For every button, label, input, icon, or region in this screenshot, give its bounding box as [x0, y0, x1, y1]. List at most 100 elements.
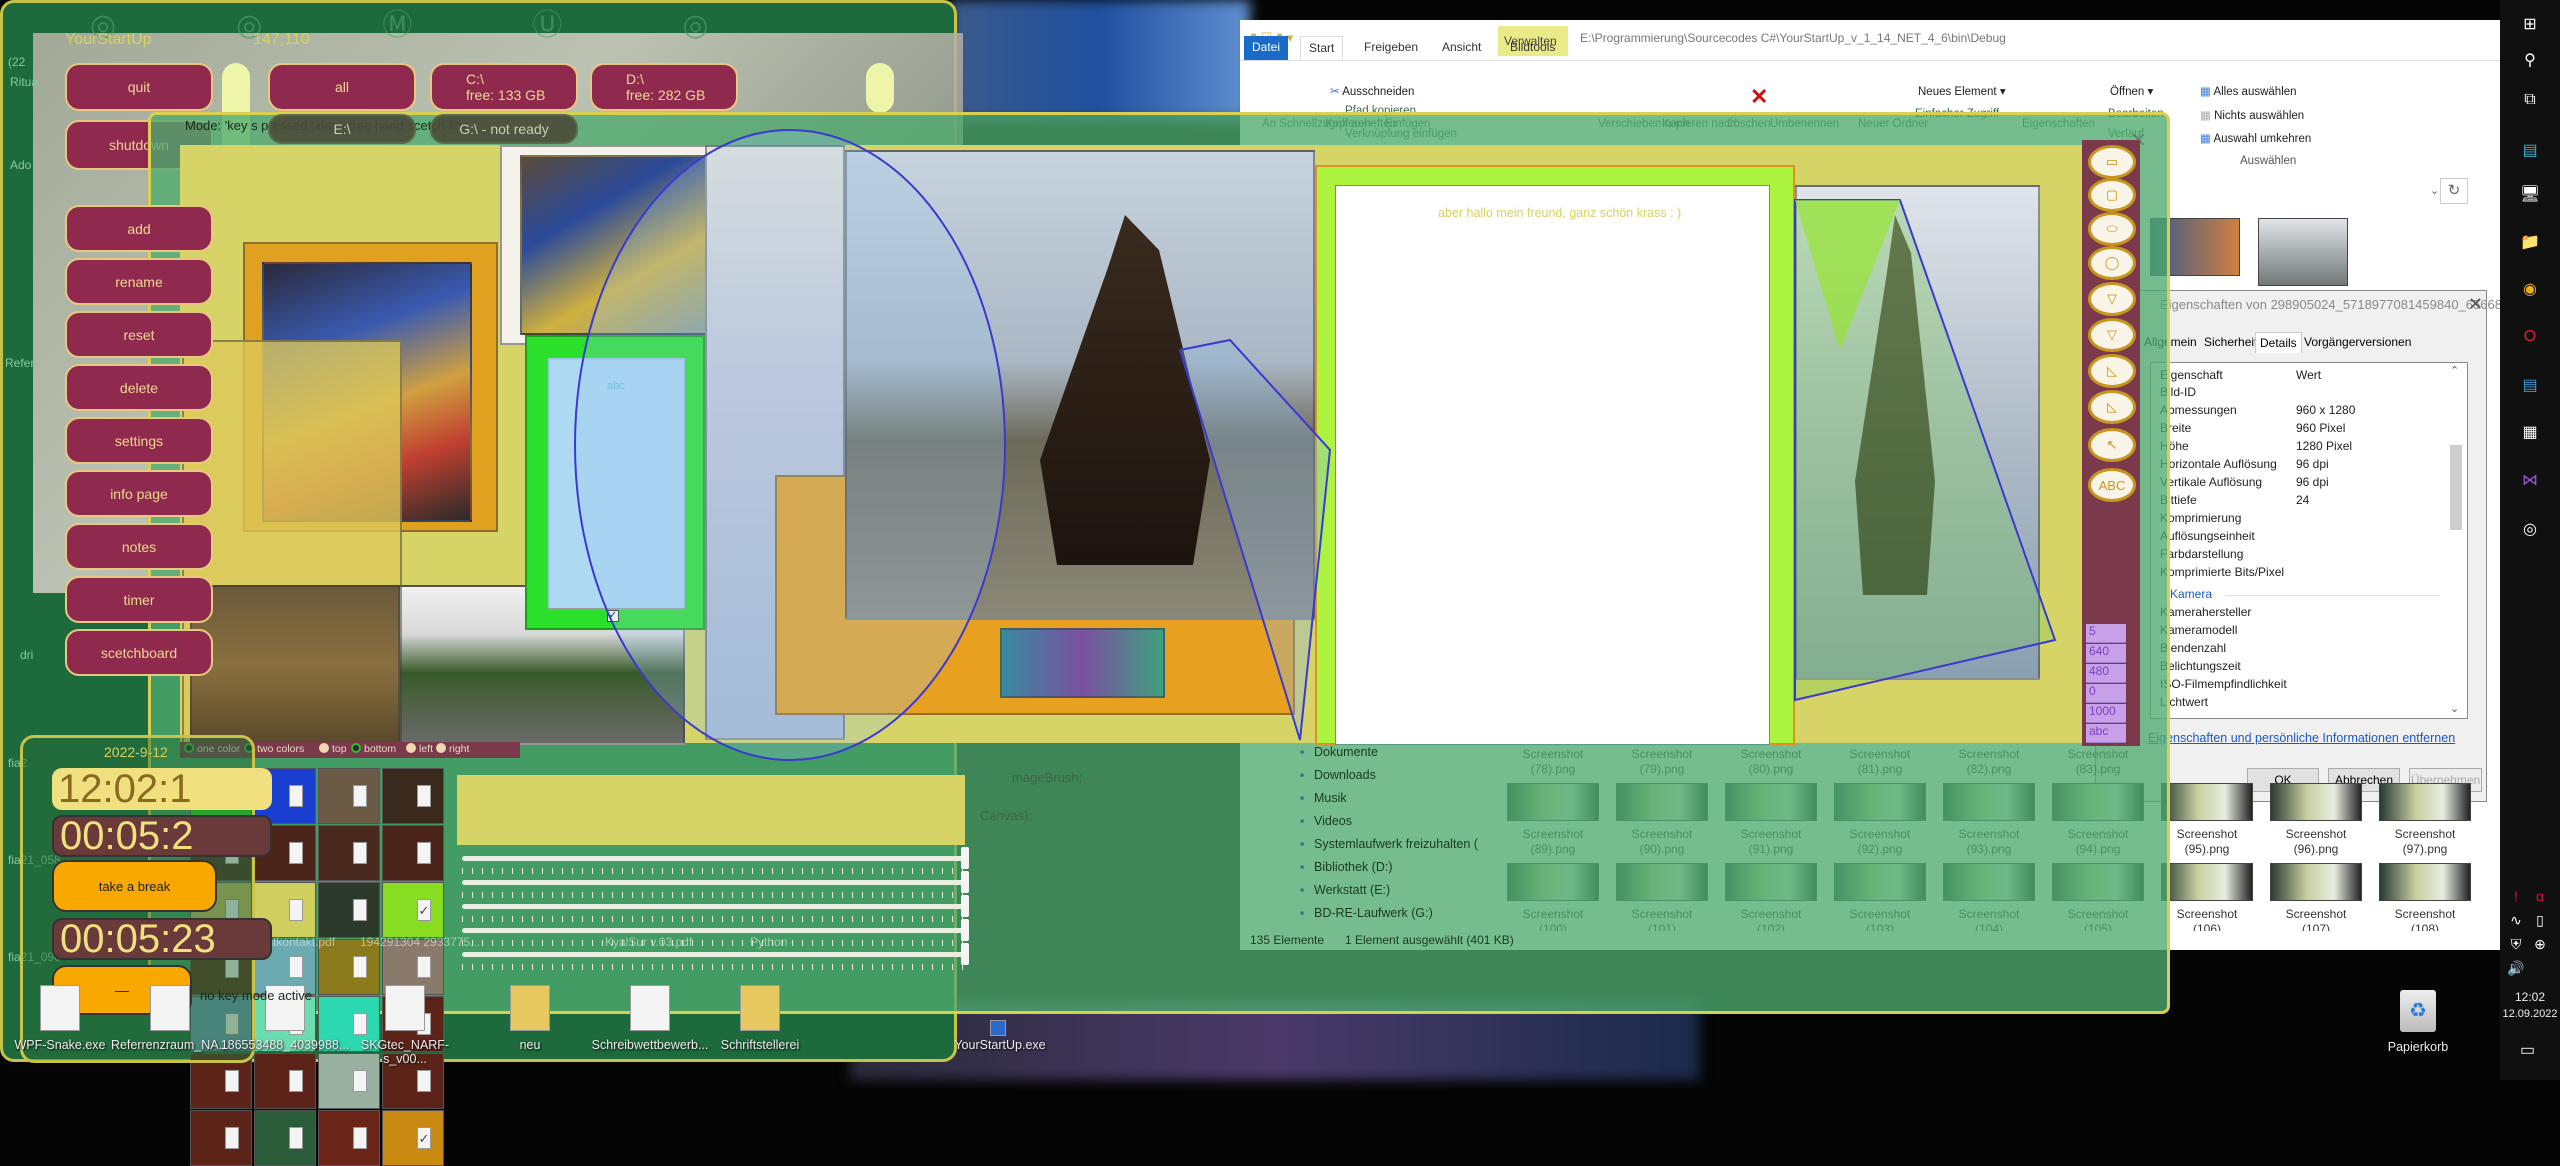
- color-checkbox[interactable]: [289, 1070, 303, 1092]
- arrow-up-left-tool-icon[interactable]: ↖: [2088, 428, 2136, 462]
- color-checkbox[interactable]: [417, 1070, 431, 1092]
- rectangle-tool-icon[interactable]: ▭: [2088, 145, 2136, 179]
- nav-item[interactable]: ▪ Downloads: [1300, 768, 1376, 782]
- sidebar-button-timer[interactable]: timer: [65, 576, 213, 623]
- triangle-down-tool-icon[interactable]: ▽: [2088, 282, 2136, 316]
- desktop-icon-label[interactable]: neu: [465, 1038, 595, 1052]
- color-checkbox[interactable]: [417, 842, 431, 864]
- drive-e-button[interactable]: E:\: [268, 114, 416, 144]
- desktop-icon-label[interactable]: 186553488_4039988...: [220, 1038, 350, 1052]
- sidebar-button-delete[interactable]: delete: [65, 364, 213, 411]
- triangle-down-outline-tool-icon[interactable]: ▽: [2088, 318, 2136, 352]
- desktop-icon-label[interactable]: Schriftstellerei: [695, 1038, 825, 1052]
- libreoffice-writer-icon[interactable]: ▤: [2518, 373, 2542, 397]
- desktop-icon[interactable]: [150, 985, 190, 1031]
- usb-tray-icon[interactable]: ▯: [2530, 912, 2550, 932]
- desktop-icon-label[interactable]: Referrenzraum_NA...: [105, 1038, 235, 1052]
- color-swatch[interactable]: [318, 825, 380, 881]
- desktop-icon-label[interactable]: YourStartUp.exe: [935, 1038, 1065, 1052]
- taskbar-time[interactable]: 12:02: [2500, 990, 2560, 1004]
- desktop-icon[interactable]: [510, 985, 550, 1031]
- nav-item[interactable]: ▪ Werkstatt (E:): [1300, 883, 1390, 897]
- color-checkbox[interactable]: [353, 956, 367, 978]
- color-checkbox[interactable]: [353, 785, 367, 807]
- visual-studio-icon[interactable]: ⋈: [2518, 468, 2542, 492]
- slider[interactable]: [462, 919, 969, 941]
- desktop-icon[interactable]: [630, 985, 670, 1031]
- color-swatch[interactable]: [382, 768, 444, 824]
- sidebar-button-scetchboard[interactable]: scetchboard: [65, 629, 213, 676]
- right-triangle-tool-icon[interactable]: ◺: [2088, 354, 2136, 388]
- cloud-app-icon[interactable]: ▤: [2518, 138, 2542, 162]
- nav-item[interactable]: ▪ Systemlaufwerk freizuhalten (: [1300, 837, 1478, 851]
- color-checkbox[interactable]: ✓: [417, 899, 431, 921]
- rounded-rectangle-tool-icon[interactable]: ▢: [2088, 178, 2136, 212]
- recycle-bin-icon[interactable]: ♻: [2400, 990, 2436, 1032]
- file-explorer-icon[interactable]: 📁: [2518, 230, 2542, 254]
- color-checkbox[interactable]: [417, 785, 431, 807]
- ellipse-tool-icon[interactable]: ⬭: [2088, 212, 2136, 246]
- color-checkbox[interactable]: [353, 842, 367, 864]
- parameter-field[interactable]: 640: [2086, 644, 2126, 663]
- chrome-icon[interactable]: ◉: [2518, 277, 2542, 301]
- radio-right[interactable]: right: [436, 743, 469, 755]
- office-app-icon[interactable]: ▦: [2518, 420, 2542, 444]
- slider[interactable]: [462, 943, 969, 965]
- color-checkbox[interactable]: [289, 785, 303, 807]
- parameter-field[interactable]: 1000: [2086, 704, 2126, 723]
- windows-start-icon[interactable]: ⊞: [2518, 12, 2542, 36]
- slider[interactable]: [462, 871, 969, 893]
- remote-desktop-icon[interactable]: 🖥: [2518, 182, 2542, 206]
- desktop-icon[interactable]: [990, 1020, 1006, 1036]
- task-view-icon[interactable]: ⧉: [2518, 88, 2542, 112]
- text-tool-icon[interactable]: ABC: [2088, 468, 2136, 502]
- desktop-icon-label[interactable]: SKGtec_NARF-s_v00...: [340, 1038, 470, 1066]
- color-swatch[interactable]: [318, 768, 380, 824]
- sidebar-button-settings[interactable]: settings: [65, 417, 213, 464]
- desktop-icon[interactable]: [385, 985, 425, 1031]
- sidebar-button-info-page[interactable]: info page: [65, 470, 213, 517]
- stacked-triangle-tool-icon[interactable]: ◺: [2088, 390, 2136, 424]
- sidebar-button-rename[interactable]: rename: [65, 258, 213, 305]
- recycle-bin-label[interactable]: Papierkorb: [2353, 1040, 2483, 1054]
- color-checkbox[interactable]: [225, 1127, 239, 1149]
- nav-item[interactable]: ▪ Bibliothek (D:): [1300, 860, 1393, 874]
- desktop-icon[interactable]: [40, 985, 80, 1031]
- drive-g-button[interactable]: G:\ - not ready: [430, 114, 578, 144]
- color-checkbox[interactable]: [353, 1013, 367, 1035]
- volume-tray-icon[interactable]: 🔊: [2506, 960, 2526, 980]
- color-checkbox[interactable]: ✓: [417, 1127, 431, 1149]
- sidebar-button-notes[interactable]: notes: [65, 523, 213, 570]
- color-swatch[interactable]: [254, 1053, 316, 1109]
- slider-thumb[interactable]: [961, 895, 969, 917]
- slider-thumb[interactable]: [961, 943, 969, 965]
- sidebar-button-reset[interactable]: reset: [65, 311, 213, 358]
- color-swatch[interactable]: [382, 825, 444, 881]
- radio-left[interactable]: left: [406, 743, 433, 755]
- audio-app-tray-icon[interactable]: ∿: [2506, 912, 2526, 932]
- ellipse-outline-tool-icon[interactable]: ◯: [2088, 246, 2136, 280]
- slider-thumb[interactable]: [961, 847, 969, 869]
- take-a-break-button[interactable]: take a break: [52, 860, 217, 912]
- color-swatch[interactable]: ✓: [382, 882, 444, 938]
- color-checkbox[interactable]: [289, 842, 303, 864]
- color-swatch[interactable]: ✓: [382, 1110, 444, 1166]
- network-tray-icon[interactable]: ⊕: [2530, 936, 2550, 956]
- color-checkbox[interactable]: [353, 1070, 367, 1092]
- notification-icon[interactable]: ▭: [2520, 1040, 2535, 1060]
- radio-bottom[interactable]: bottom: [351, 743, 396, 755]
- nav-item[interactable]: ▪ Musik: [1300, 791, 1347, 805]
- nav-item[interactable]: ▪ BD-RE-Laufwerk (G:): [1300, 906, 1433, 920]
- color-swatch[interactable]: [318, 882, 380, 938]
- color-checkbox[interactable]: [353, 1127, 367, 1149]
- parameter-field[interactable]: 480: [2086, 664, 2126, 683]
- color-swatch[interactable]: [254, 1110, 316, 1166]
- nav-item[interactable]: ▪ Dokumente: [1300, 745, 1378, 759]
- opera-icon[interactable]: O: [2518, 325, 2542, 349]
- desktop-icon[interactable]: [740, 985, 780, 1031]
- slider-thumb[interactable]: [961, 919, 969, 941]
- avira-tray-icon[interactable]: α: [2530, 888, 2550, 908]
- color-checkbox[interactable]: [289, 1127, 303, 1149]
- nav-item[interactable]: ▪ Videos: [1300, 814, 1352, 828]
- color-swatch[interactable]: [190, 1110, 252, 1166]
